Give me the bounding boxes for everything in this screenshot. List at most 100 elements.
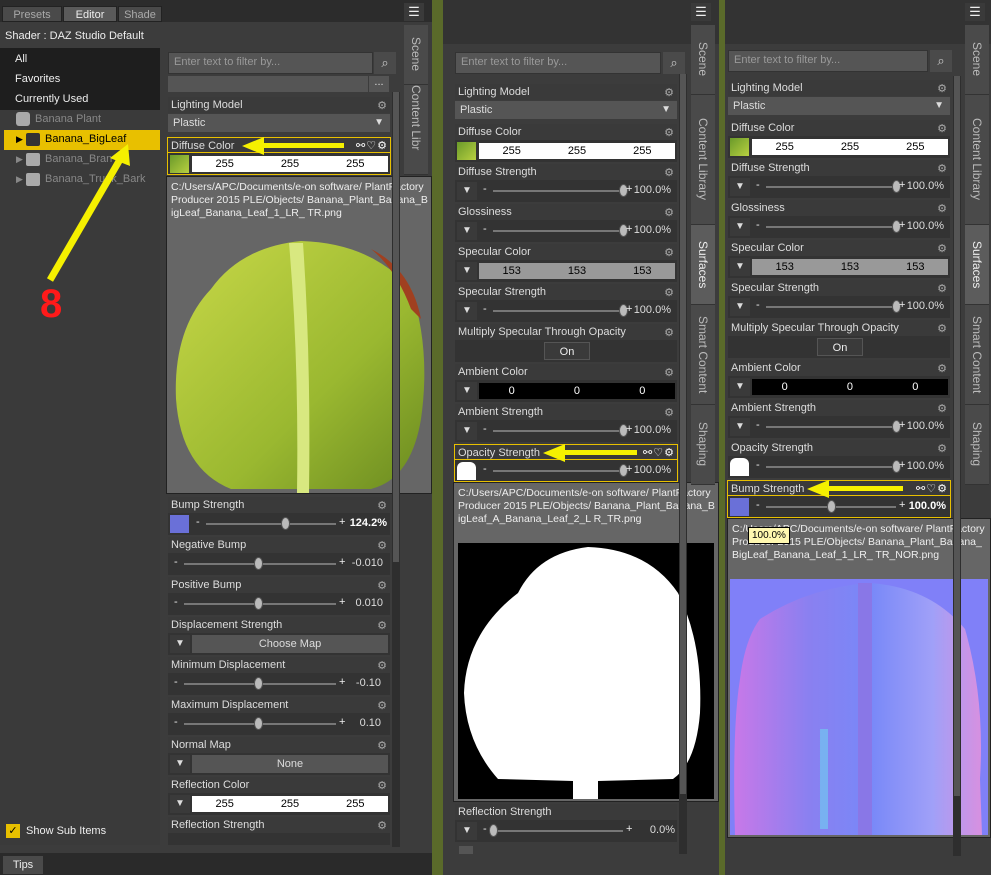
vtab-scene[interactable]: Scene bbox=[691, 25, 715, 95]
slider-value[interactable]: 0.0% bbox=[631, 824, 675, 836]
chevron-down-icon[interactable]: ▼ bbox=[730, 378, 750, 396]
gear-icon[interactable]: ⚙ bbox=[377, 658, 387, 674]
chevron-down-icon[interactable]: ▼ bbox=[457, 422, 477, 440]
chevron-down-icon[interactable]: ▼ bbox=[457, 262, 477, 280]
chevron-down-icon[interactable]: ▼ bbox=[170, 755, 190, 773]
opacity-strength-slider[interactable]: - + 100.0% bbox=[454, 460, 678, 482]
diffuse-color-field[interactable]: 255 255 255 bbox=[192, 156, 388, 172]
slider-track[interactable] bbox=[493, 470, 623, 472]
filter-currently-used[interactable]: Currently Used bbox=[0, 90, 160, 108]
slider-knob[interactable] bbox=[254, 597, 263, 610]
gear-icon[interactable]: ⚙ bbox=[937, 281, 947, 297]
specular-color-field[interactable]: 153 153 153 bbox=[479, 263, 675, 279]
gear-icon[interactable]: ⚙ bbox=[377, 698, 387, 714]
on-toggle-button[interactable]: On bbox=[544, 342, 590, 360]
expand-arrow-icon[interactable]: ▶ bbox=[16, 174, 23, 185]
slider-value[interactable]: 100.0% bbox=[896, 500, 946, 512]
slider-knob[interactable] bbox=[254, 557, 263, 570]
gear-icon[interactable]: ⚙ bbox=[377, 98, 387, 114]
filter-favorites[interactable]: Favorites bbox=[0, 70, 160, 88]
slider-value[interactable]: 100.0% bbox=[621, 464, 671, 476]
slider-value[interactable]: 100.0% bbox=[894, 420, 944, 432]
minus-icon[interactable]: - bbox=[756, 299, 760, 311]
chevron-down-icon[interactable]: ▼ bbox=[457, 222, 477, 240]
reflection-strength-row[interactable] bbox=[168, 833, 390, 845]
gear-icon[interactable]: ⚙ bbox=[664, 165, 674, 181]
gear-icon[interactable]: ⚙ bbox=[664, 245, 674, 261]
opacity-map-swatch[interactable] bbox=[730, 458, 749, 476]
chevron-down-icon[interactable]: ▼ bbox=[730, 258, 750, 276]
chevron-down-icon[interactable]: ▼ bbox=[170, 795, 190, 813]
filter-input[interactable]: Enter text to filter by... bbox=[455, 52, 661, 74]
slider-value[interactable]: 0.010 bbox=[333, 597, 383, 609]
on-toggle-button[interactable]: On bbox=[817, 338, 863, 356]
scrollbar[interactable] bbox=[953, 76, 961, 856]
glossiness-slider[interactable]: ▼ - + 100.0% bbox=[728, 216, 950, 238]
ambient-strength-slider[interactable]: ▼ - + 100.0% bbox=[728, 416, 950, 438]
minus-icon[interactable]: - bbox=[483, 823, 487, 835]
gear-icon[interactable]: ⚙ bbox=[377, 538, 387, 554]
gear-icon[interactable]: ⚙ bbox=[937, 201, 947, 217]
slider-knob[interactable] bbox=[254, 717, 263, 730]
slider-knob[interactable] bbox=[254, 677, 263, 690]
slider-track[interactable] bbox=[766, 186, 896, 188]
bump-map-swatch[interactable] bbox=[730, 498, 749, 516]
vtab-shaping[interactable]: Shaping bbox=[965, 405, 989, 485]
link-heart-gear-icons[interactable]: ⚯♡⚙ bbox=[916, 481, 948, 497]
chevron-down-icon[interactable]: ▼ bbox=[457, 182, 477, 200]
specular-strength-slider[interactable]: ▼ - + 100.0% bbox=[455, 300, 677, 322]
vtab-content-library[interactable]: Content Library bbox=[965, 95, 989, 225]
bump-strength-slider[interactable]: - + 100.0% bbox=[727, 496, 951, 518]
minus-icon[interactable]: - bbox=[756, 419, 760, 431]
slider-track[interactable] bbox=[493, 190, 623, 192]
slider-knob[interactable] bbox=[489, 824, 498, 837]
vtab-scene[interactable]: Scene bbox=[404, 25, 428, 85]
link-heart-gear-icons[interactable]: ⚯♡⚙ bbox=[356, 138, 388, 154]
slider-track[interactable] bbox=[766, 306, 896, 308]
expand-arrow-icon[interactable]: ▶ bbox=[16, 134, 23, 145]
menu-icon[interactable]: ☰ bbox=[965, 3, 985, 21]
opacity-map-swatch[interactable] bbox=[457, 462, 476, 480]
gear-icon[interactable]: ⚙ bbox=[377, 578, 387, 594]
lighting-model-dropdown[interactable]: Plastic ▼ bbox=[455, 101, 677, 119]
minus-icon[interactable]: - bbox=[483, 223, 487, 235]
slider-knob[interactable] bbox=[281, 517, 290, 530]
slider-track[interactable] bbox=[766, 466, 896, 468]
slider-value[interactable]: -0.010 bbox=[333, 557, 383, 569]
chevron-down-icon[interactable]: ▼ bbox=[730, 218, 750, 236]
slider-value[interactable]: 124.2% bbox=[337, 517, 387, 529]
vtab-shaping[interactable]: Shaping bbox=[691, 405, 715, 485]
gear-icon[interactable]: ⚙ bbox=[664, 125, 674, 141]
opacity-strength-slider[interactable]: - + 100.0% bbox=[728, 456, 950, 478]
scrollbar-thumb[interactable] bbox=[954, 76, 960, 796]
vtab-smart-content[interactable]: Smart Content bbox=[965, 305, 989, 405]
bump-strength-slider[interactable]: - + 124.2% bbox=[168, 513, 390, 535]
slider-value[interactable]: 100.0% bbox=[894, 180, 944, 192]
scrollbar[interactable] bbox=[679, 74, 687, 854]
chevron-down-icon[interactable]: ▼ bbox=[170, 635, 190, 653]
reflection-strength-slider[interactable]: ▼ - + 0.0% bbox=[455, 820, 677, 842]
specular-color-field[interactable]: 153 153 153 bbox=[752, 259, 948, 275]
gear-icon[interactable]: ⚙ bbox=[937, 161, 947, 177]
diffuse-color-field[interactable]: 255 255 255 bbox=[752, 139, 948, 155]
search-icon[interactable]: ⌕ bbox=[374, 52, 396, 74]
gear-icon[interactable]: ⚙ bbox=[664, 85, 674, 101]
slider-value[interactable]: 100.0% bbox=[621, 304, 671, 316]
diffuse-color-field[interactable]: 255 255 255 bbox=[479, 143, 675, 159]
minus-icon[interactable]: - bbox=[483, 183, 487, 195]
slider-value[interactable]: 100.0% bbox=[621, 184, 671, 196]
gear-icon[interactable]: ⚙ bbox=[664, 365, 674, 381]
ambient-color-field[interactable]: 0 0 0 bbox=[479, 383, 675, 399]
reflection-color-field[interactable]: 255 255 255 bbox=[192, 796, 388, 812]
glossiness-slider[interactable]: ▼ - + 100.0% bbox=[455, 220, 677, 242]
slider-value[interactable]: 100.0% bbox=[894, 460, 944, 472]
slider-knob[interactable] bbox=[827, 500, 836, 513]
ambient-strength-slider[interactable]: ▼ - + 100.0% bbox=[455, 420, 677, 442]
diffuse-strength-slider[interactable]: ▼ - + 100.0% bbox=[728, 176, 950, 198]
more-button[interactable]: ... bbox=[369, 76, 389, 92]
tab-editor[interactable]: Editor bbox=[63, 6, 117, 22]
show-sub-items-checkbox[interactable]: ✓ bbox=[6, 824, 20, 838]
vtab-content-library[interactable]: Content Library bbox=[691, 95, 715, 225]
filter-input[interactable]: Enter text to filter by... bbox=[728, 50, 928, 72]
vtab-smart-content[interactable]: Smart Content bbox=[691, 305, 715, 405]
